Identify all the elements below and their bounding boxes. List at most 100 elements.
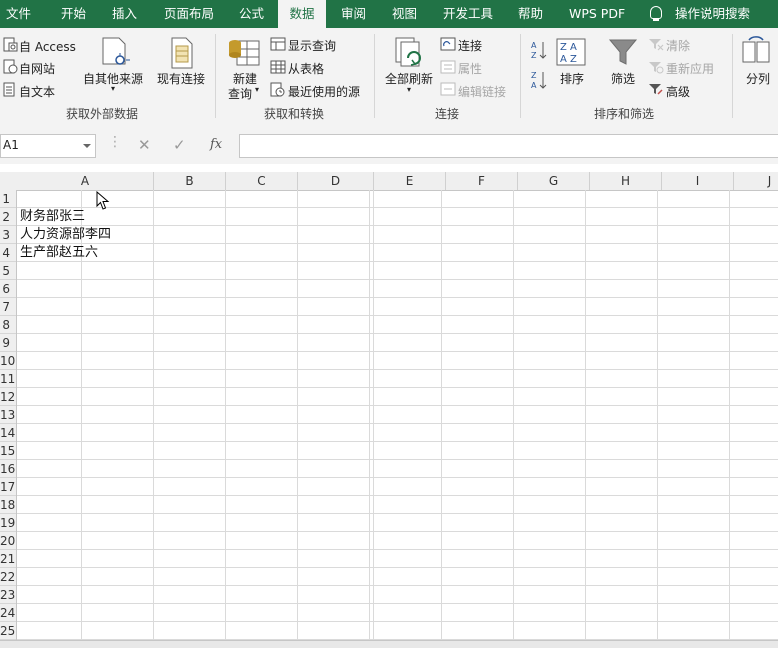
edit-links-button[interactable]: 编辑链接 [458,83,506,100]
row-header[interactable]: 21 [0,550,16,568]
row-header[interactable]: 3 [0,226,16,244]
cell-grid[interactable]: 财务部张三 人力资源部李四 生产部赵五六 [17,190,778,647]
properties-button[interactable]: 属性 [458,60,482,77]
existing-connections-button[interactable]: 现有连接 [157,70,205,87]
cell-a2[interactable]: 财务部张三 [20,208,85,226]
tab-view[interactable]: 视图 [392,0,417,28]
row-header[interactable]: 7 [0,298,16,316]
group-label-external-data: 获取外部数据 [66,107,139,121]
row-header[interactable]: 16 [0,460,16,478]
from-text-button[interactable]: 自文本 [19,83,55,100]
row-header[interactable]: 6 [0,280,16,298]
row-header[interactable]: 8 [0,316,16,334]
from-table-button[interactable]: 从表格 [288,60,324,77]
sort-descending-icon: ZA [531,71,547,90]
row-header[interactable]: 13 [0,406,16,424]
sort-button[interactable]: 排序 [560,70,584,87]
row-header[interactable]: 20 [0,532,16,550]
row-header[interactable]: 19 [0,514,16,532]
row-header[interactable]: 14 [0,424,16,442]
cell-a4[interactable]: 生产部赵五六 [20,244,98,262]
column-header-e[interactable]: E [374,172,446,190]
chevron-down-icon[interactable] [83,144,91,148]
tab-file[interactable]: 文件 [6,0,31,28]
insert-function-icon[interactable]: fx [210,137,222,152]
row-header[interactable]: 9 [0,334,16,352]
row-header[interactable]: 22 [0,568,16,586]
row-header[interactable]: 25 [0,622,16,640]
column-header-a[interactable]: A [17,172,154,190]
tab-data[interactable]: 数据 [278,0,326,28]
web-icon [3,59,18,74]
tell-me-search[interactable]: 操作说明搜索 [675,0,750,28]
recent-sources-button[interactable]: 最近使用的源 [288,83,360,100]
clear-filter-button[interactable]: 清除 [666,37,690,54]
cancel-icon[interactable]: ✕ [138,136,151,154]
sort-ascending-icon: AZ [531,41,547,60]
row-header[interactable]: 5 [0,262,16,280]
show-queries-button[interactable]: 显示查询 [288,37,336,54]
text-to-columns-button[interactable]: 分列 [746,70,770,87]
tab-page-layout[interactable]: 页面布局 [164,0,214,28]
column-header-j[interactable]: J [734,172,778,190]
properties-icon [440,60,456,74]
tab-insert[interactable]: 插入 [112,0,137,28]
filter-button[interactable]: 筛选 [611,70,635,87]
column-header-h[interactable]: H [590,172,662,190]
tab-review[interactable]: 审阅 [341,0,366,28]
name-box[interactable]: A1 [0,134,96,158]
row-header[interactable]: 24 [0,604,16,622]
edit-links-icon [440,82,456,96]
clear-filter-icon [649,39,664,51]
row-header[interactable]: 10 [0,352,16,370]
row-header[interactable]: 17 [0,478,16,496]
tab-developer[interactable]: 开发工具 [443,0,493,28]
ribbon: 自 Access 自网站 自文本 自其他来源 ▾ 现有连接 获取外部数据 新建 … [0,28,778,125]
tab-formulas[interactable]: 公式 [239,0,264,28]
other-sources-icon [102,37,130,65]
advanced-filter-button[interactable]: 高级 [666,83,690,100]
row-header[interactable]: 11 [0,370,16,388]
tab-home[interactable]: 开始 [61,0,86,28]
existing-connections-icon [171,37,193,69]
column-header-d[interactable]: D [298,172,374,190]
group-divider [215,34,216,118]
column-header-f[interactable]: F [446,172,518,190]
table-icon [270,60,286,74]
tab-wps-pdf[interactable]: WPS PDF [569,0,625,28]
column-header-b[interactable]: B [154,172,226,190]
new-query-label-2[interactable]: 查询 [228,85,252,102]
reapply-button[interactable]: 重新应用 [666,60,714,77]
group-label-get-transform: 获取和转换 [264,107,325,121]
text-file-icon [3,82,15,97]
from-access-button[interactable]: 自 Access [19,38,76,55]
connections-button[interactable]: 连接 [458,37,482,54]
svg-text:A Z: A Z [560,54,577,65]
row-header[interactable]: 4 [0,244,16,262]
row-header[interactable]: 23 [0,586,16,604]
group-divider [374,34,375,118]
cell-a3[interactable]: 人力资源部李四 [20,226,111,244]
filter-icon [608,39,638,65]
dropdown-arrow-icon: ▾ [111,84,116,93]
refresh-all-icon [395,37,421,67]
row-header[interactable]: 12 [0,388,16,406]
column-header-g[interactable]: G [518,172,590,190]
reapply-icon [649,62,664,74]
row-header[interactable]: 18 [0,496,16,514]
row-header-bar: 1 2 3 4 5 6 7 8 9 10 11 12 13 14 15 16 1… [0,190,17,647]
group-divider [520,34,521,118]
formula-input[interactable] [239,134,778,158]
from-web-button[interactable]: 自网站 [19,60,55,77]
row-header[interactable]: 1 [0,190,16,208]
svg-text:Z A: Z A [560,42,577,53]
tab-help[interactable]: 帮助 [518,0,543,28]
confirm-icon[interactable]: ✓ [173,136,186,154]
row-header[interactable]: 2 [0,208,16,226]
column-gridline [297,190,298,647]
column-header-i[interactable]: I [662,172,734,190]
sort-icon: Z AA Z [556,38,586,66]
column-header-c[interactable]: C [226,172,298,190]
svg-text:A: A [531,41,537,50]
row-header[interactable]: 15 [0,442,16,460]
